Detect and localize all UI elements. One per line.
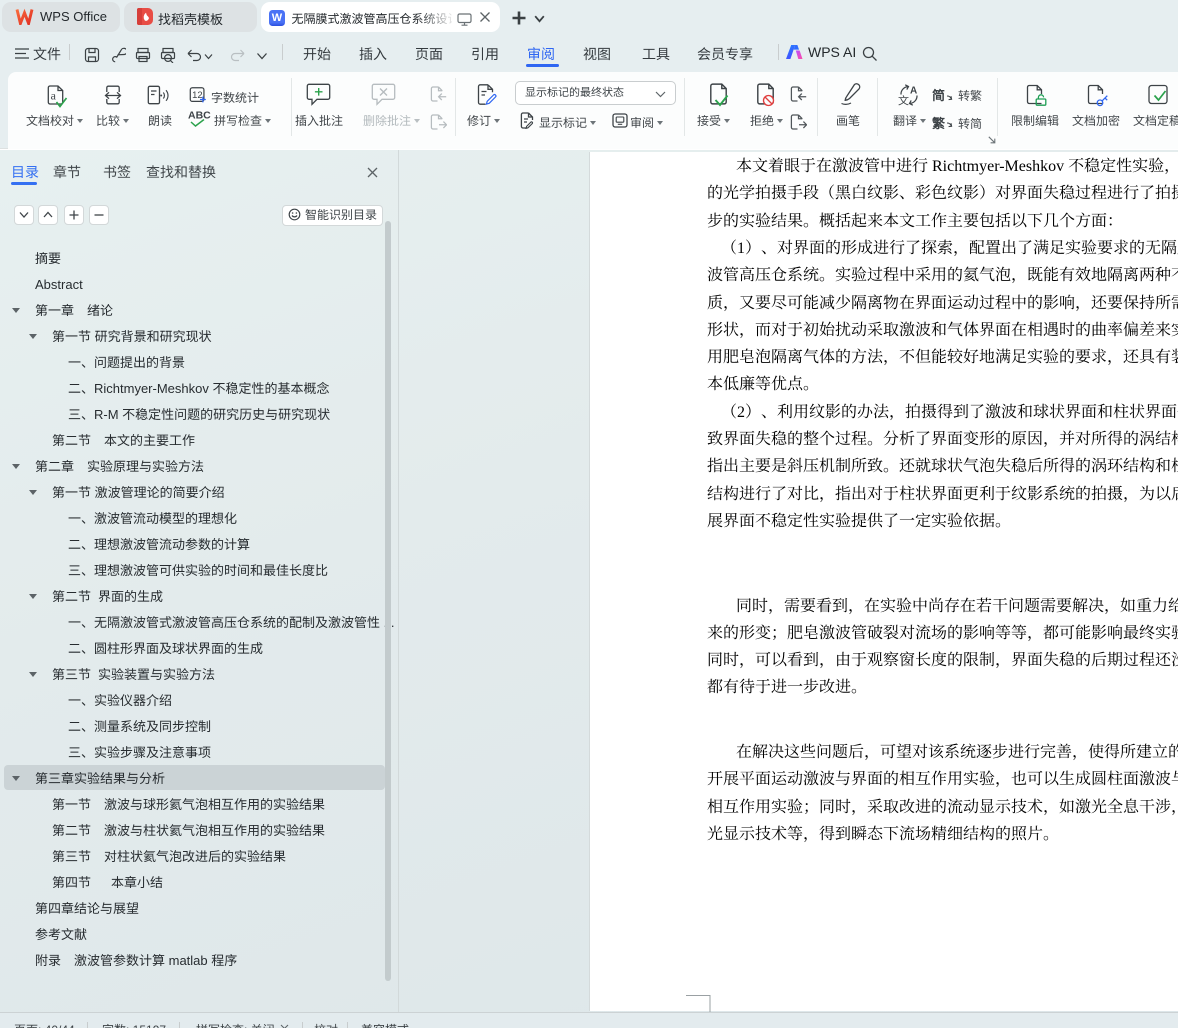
svg-text:文: 文 xyxy=(898,93,909,108)
svg-text:A: A xyxy=(910,86,917,97)
svg-text:12: 12 xyxy=(192,89,202,100)
